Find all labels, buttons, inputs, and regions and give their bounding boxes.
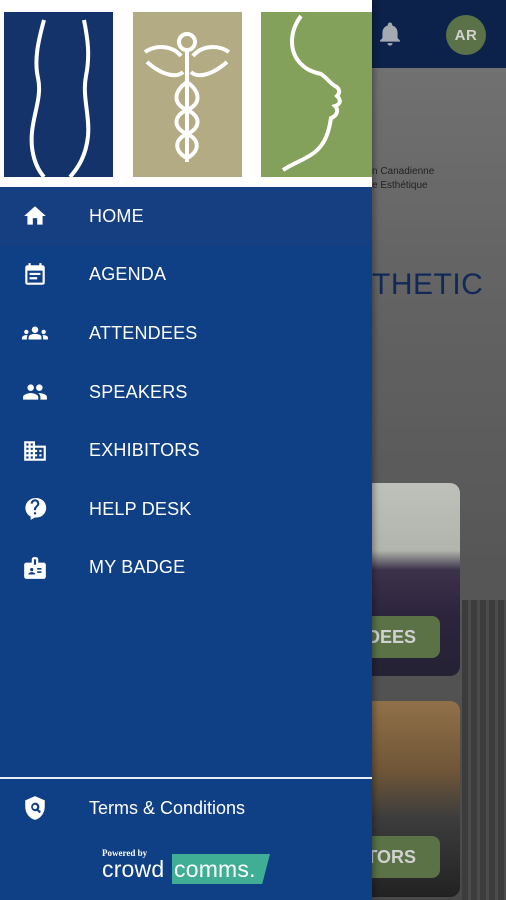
brand-comms-text: comms: [174, 856, 250, 882]
speakers-icon: [22, 379, 48, 405]
body-silhouette-logo: [4, 12, 113, 177]
badge-icon: [22, 555, 48, 581]
terms-label: Terms & Conditions: [89, 797, 246, 818]
drawer-header: [0, 0, 372, 187]
menu-item-label: ATTENDEES: [89, 322, 198, 343]
shield-search-icon: [22, 795, 48, 821]
menu-item-label: EXHIBITORS: [89, 440, 200, 461]
menu-item-attendees[interactable]: ATTENDEES: [0, 304, 372, 363]
crowdcomms-logo: Powered by crowd comms.: [102, 848, 272, 890]
brand-dot: .: [249, 856, 256, 882]
menu-item-help-desk[interactable]: HELP DESK: [0, 480, 372, 539]
brand-comms: comms.: [174, 856, 256, 883]
menu-item-my-badge[interactable]: MY BADGE: [0, 539, 372, 598]
help-desk-icon: [22, 496, 48, 522]
face-profile-logo: [261, 12, 372, 177]
menu-item-speakers[interactable]: SPEAKERS: [0, 363, 372, 422]
attendees-icon: [22, 320, 48, 346]
menu-item-label: AGENDA: [89, 264, 167, 285]
drawer-divider: [0, 777, 372, 779]
brand-crowd: crowd: [102, 856, 165, 882]
menu-item-home[interactable]: HOME: [0, 187, 372, 246]
exhibitors-icon: [22, 438, 48, 464]
drawer-menu: HOME AGENDA ATTENDEES SPEAKERS EXHIBITOR…: [0, 187, 372, 597]
agenda-icon: [22, 262, 48, 288]
navigation-drawer: HOME AGENDA ATTENDEES SPEAKERS EXHIBITOR…: [0, 0, 372, 900]
home-icon: [22, 203, 48, 229]
menu-item-label: HELP DESK: [89, 498, 192, 519]
menu-item-label: SPEAKERS: [89, 381, 188, 402]
caduceus-logo: [133, 12, 242, 177]
menu-item-exhibitors[interactable]: EXHIBITORS: [0, 421, 372, 480]
menu-item-agenda[interactable]: AGENDA: [0, 246, 372, 305]
terms-and-conditions-link[interactable]: Terms & Conditions: [0, 782, 372, 834]
menu-item-label: MY BADGE: [89, 557, 186, 578]
menu-item-label: HOME: [89, 205, 144, 226]
